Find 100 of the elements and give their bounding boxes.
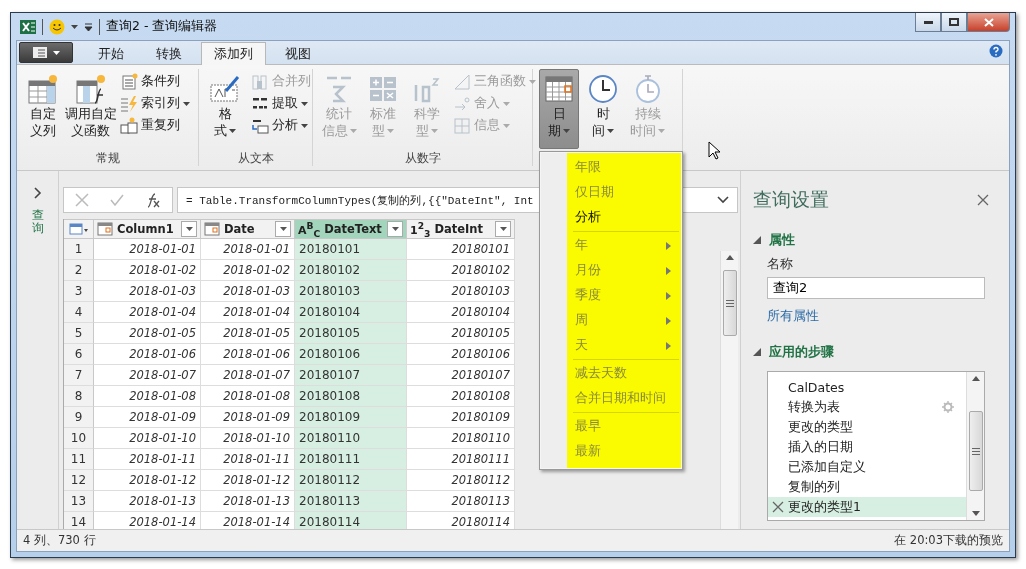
triangle-ruler-icon <box>453 72 471 91</box>
row-number: 5 <box>64 323 94 344</box>
expand-triangle-icon[interactable] <box>753 348 761 356</box>
vertical-scrollbar[interactable] <box>720 251 738 529</box>
table-cell: 20180111 <box>295 449 407 470</box>
ribbon-button[interactable]: 自定 义列 <box>23 69 63 149</box>
table-cell: 20180105 <box>407 323 515 344</box>
column-header[interactable]: 1$^{2}$$_{3}$ DateInt <box>407 219 515 239</box>
ribbon-small-button[interactable]: 提取 <box>249 93 313 114</box>
all-properties-link[interactable]: 所有属性 <box>767 307 819 325</box>
table-cell: 20180107 <box>295 365 407 386</box>
maximize-button[interactable] <box>941 13 967 32</box>
table-cell: 2018-01-01 <box>94 239 201 260</box>
minimize-button[interactable] <box>915 13 941 32</box>
chevron-down-icon <box>717 196 729 204</box>
expand-triangle-icon[interactable] <box>753 236 761 244</box>
formula-text: = Table.TransformColumnTypes(复制的列,{{"DateInt", Int <box>186 193 534 208</box>
submenu-arrow-icon <box>666 241 671 250</box>
ribbon-tab[interactable]: 转换 <box>143 42 195 65</box>
column-header[interactable]: Date <box>201 219 295 239</box>
section-heading[interactable]: 属性 <box>769 231 795 249</box>
submenu-arrow-icon <box>666 316 671 325</box>
document-icon <box>32 47 47 58</box>
table-formula-icon <box>74 73 107 105</box>
column-header[interactable]: Column1 <box>94 219 201 239</box>
step-item[interactable]: CalDates <box>768 377 966 397</box>
row-number: 4 <box>64 302 94 323</box>
row-number: 12 <box>64 470 94 491</box>
ribbon-button[interactable]: 日 期 <box>539 69 579 149</box>
ribbon-button[interactable]: 调用自定 义函数 <box>67 69 114 149</box>
group-label: 从文本 <box>236 150 275 166</box>
pane-title: 查询设置 <box>753 187 829 212</box>
table-cell: 2018-01-02 <box>94 260 201 281</box>
ribbon-tab[interactable]: 添加列 <box>201 42 266 65</box>
steps-scrollbar[interactable] <box>966 372 984 520</box>
step-item[interactable]: 转换为表 <box>768 397 966 417</box>
table-cell: 2018-01-13 <box>94 491 201 512</box>
scroll-up-icon[interactable] <box>725 255 734 260</box>
scroll-down-icon[interactable] <box>971 511 980 516</box>
section-heading[interactable]: 应用的步骤 <box>769 343 834 361</box>
table-cell: 2018-01-03 <box>94 281 201 302</box>
table-cell: 20180103 <box>295 281 407 302</box>
calendar-type-icon <box>97 222 113 236</box>
ribbon-tab[interactable]: 视图 <box>272 42 324 65</box>
submenu-arrow-icon <box>666 266 671 275</box>
caret-icon <box>391 227 399 231</box>
ribbon-button[interactable]: 时 间 <box>583 69 623 149</box>
row-number: 14 <box>64 512 94 529</box>
table-cell: 20180104 <box>407 302 515 323</box>
scroll-up-icon[interactable] <box>971 376 980 381</box>
queries-pane-label[interactable]: 查询 <box>31 209 44 236</box>
table-cell: 20180112 <box>295 470 407 491</box>
ribbon-button[interactable]: 格 式 <box>205 69 245 149</box>
table-star-icon <box>27 73 59 105</box>
table-cell: 20180111 <box>407 449 515 470</box>
submenu-arrow-icon <box>666 341 671 350</box>
table-cell: 2018-01-05 <box>94 323 201 344</box>
step-item[interactable]: 插入的日期 <box>768 437 966 457</box>
table-cell: 20180104 <box>295 302 407 323</box>
table-cell: 20180101 <box>407 239 515 260</box>
ribbon-small-button[interactable]: 条件列 <box>118 71 192 92</box>
caret-icon <box>499 227 507 231</box>
ribbon-small-button[interactable]: 分析 <box>249 115 313 136</box>
window-title: 查询2 - 查询编辑器 <box>106 18 218 35</box>
pen-frame-icon <box>208 73 242 105</box>
table-cell: 20180109 <box>407 407 515 428</box>
table-cell: 20180110 <box>407 428 515 449</box>
ribbon-small-button[interactable]: 索引列 <box>118 93 192 114</box>
row-number: 11 <box>64 449 94 470</box>
spreadsheet-logo-icon <box>20 18 36 35</box>
step-item[interactable]: 更改的类型1 <box>768 497 966 517</box>
name-input[interactable]: 查询2 <box>767 277 985 299</box>
table-cell: 2018-01-12 <box>94 470 201 491</box>
caret-icon <box>607 128 614 133</box>
caret-icon <box>529 79 536 84</box>
ribbon-small-button[interactable]: 重复列 <box>118 115 192 136</box>
filter-dropdown[interactable] <box>387 221 403 237</box>
filter-dropdown[interactable] <box>495 221 511 237</box>
calendar-icon <box>543 73 575 105</box>
field-label: 名称 <box>767 255 794 273</box>
file-menu-button[interactable] <box>19 42 73 63</box>
close-button[interactable] <box>967 13 1010 32</box>
table-cell: 20180102 <box>407 260 515 281</box>
filter-dropdown[interactable] <box>275 221 291 237</box>
step-item[interactable]: 已添加自定义 <box>768 457 966 477</box>
row-number: 8 <box>64 386 94 407</box>
ribbon-tab[interactable]: 开始 <box>85 42 137 65</box>
row-count-status: 4 列、730 行 <box>23 533 96 548</box>
scroll-thumb[interactable] <box>722 270 737 336</box>
grip-icon <box>725 299 734 307</box>
column-header[interactable]: A$^{B}$$_{C}$ DateText <box>295 219 407 239</box>
filter-dropdown[interactable] <box>181 221 197 237</box>
scroll-thumb[interactable] <box>968 411 983 491</box>
row-number: 3 <box>64 281 94 302</box>
caret-icon <box>279 227 287 231</box>
mouse-pointer-icon <box>708 141 722 161</box>
maximize-icon <box>949 18 959 26</box>
row-number: 10 <box>64 428 94 449</box>
step-item[interactable]: 更改的类型 <box>768 417 966 437</box>
step-item[interactable]: 复制的列 <box>768 477 966 497</box>
